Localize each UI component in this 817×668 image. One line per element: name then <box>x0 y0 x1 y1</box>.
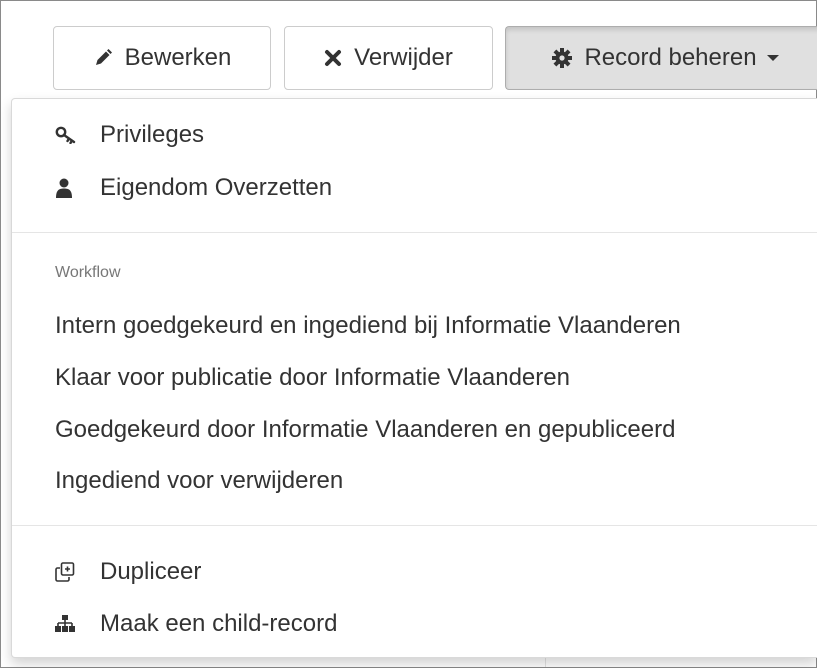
menu-item-label: Intern goedgekeurd en ingediend bij Info… <box>55 312 681 339</box>
close-icon <box>324 49 342 67</box>
record-manage-label: Record beheren <box>584 44 757 71</box>
menu-item-label: Ingediend voor verwijderen <box>55 467 344 494</box>
record-manage-dropdown-button[interactable]: Record beheren <box>505 26 817 90</box>
menu-item-label: Eigendom Overzetten <box>100 174 333 201</box>
menu-item-duplicate[interactable]: Dupliceer <box>12 546 817 598</box>
user-icon <box>55 178 81 198</box>
menu-item-label: Privileges <box>100 121 205 148</box>
menu-item-transfer-ownership[interactable]: Eigendom Overzetten <box>12 162 817 214</box>
key-icon <box>55 126 81 144</box>
gear-icon <box>552 48 573 68</box>
sitemap-icon <box>55 615 81 633</box>
menu-divider <box>12 525 817 526</box>
menu-item-label: Maak een child-record <box>100 610 338 637</box>
workflow-header: Workflow <box>55 264 121 281</box>
record-manage-menu: Privileges Eigendom Overzetten Workflow … <box>11 98 817 658</box>
delete-button-label: Verwijder <box>354 44 453 71</box>
menu-item-label: Dupliceer <box>100 558 202 585</box>
background-rule <box>545 658 546 667</box>
menu-item-create-child[interactable]: Maak een child-record <box>12 598 817 650</box>
pencil-icon <box>93 48 113 68</box>
menu-item-privileges[interactable]: Privileges <box>12 109 817 161</box>
edit-button-label: Bewerken <box>124 44 232 71</box>
menu-item-workflow-approved[interactable]: Goedgekeurd door Informatie Vlaanderen e… <box>12 404 817 456</box>
duplicate-icon <box>55 562 81 582</box>
menu-item-workflow-ready[interactable]: Klaar voor publicatie door Informatie Vl… <box>12 352 817 404</box>
menu-divider <box>12 232 817 233</box>
chevron-down-icon <box>766 55 779 61</box>
menu-item-workflow-delete-request[interactable]: Ingediend voor verwijderen <box>12 455 817 507</box>
menu-item-workflow-submitted[interactable]: Intern goedgekeurd en ingediend bij Info… <box>12 300 817 352</box>
delete-button[interactable]: Verwijder <box>284 26 493 90</box>
menu-item-label: Klaar voor publicatie door Informatie Vl… <box>55 364 570 391</box>
edit-button[interactable]: Bewerken <box>53 26 271 90</box>
menu-item-label: Goedgekeurd door Informatie Vlaanderen e… <box>55 416 676 443</box>
